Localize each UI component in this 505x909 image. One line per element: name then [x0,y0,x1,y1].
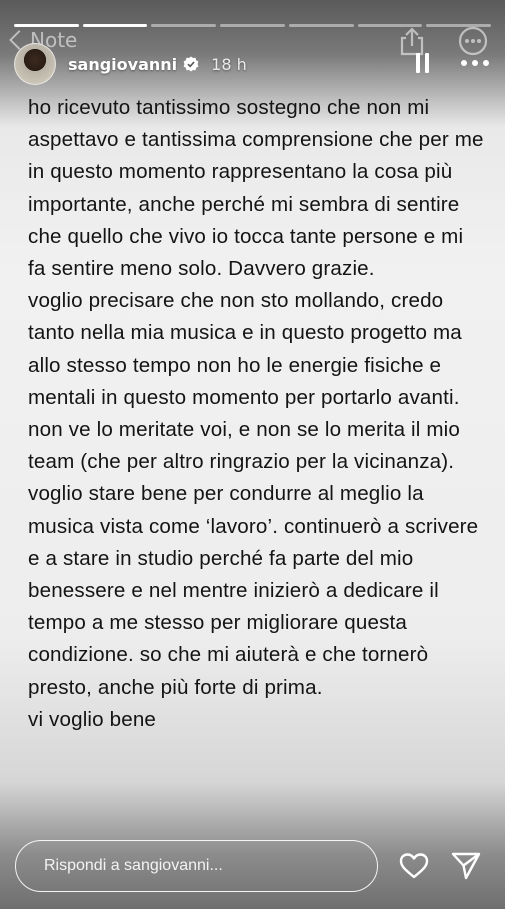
story-timestamp: 18 h [211,54,247,74]
story-viewer: Note sangiovanni 18 h ho ricevuto tantis… [0,0,505,909]
verified-badge-icon [183,56,199,72]
heart-icon[interactable] [398,850,430,882]
note-paragraph: ho ricevuto tantissimo sostegno che non … [28,96,484,281]
progress-segment [82,24,148,27]
username[interactable]: sangiovanni [68,55,177,74]
reply-bar[interactable] [15,840,378,892]
progress-segment [220,24,285,27]
more-options-button[interactable] [461,60,489,66]
progress-segment [151,24,217,27]
send-icon[interactable] [450,850,482,882]
more-dots-icon [461,60,467,66]
progress-segment [288,24,354,27]
reply-input[interactable] [42,856,366,876]
note-paragraph: voglio precisare che non sto mollando, c… [28,289,479,699]
pause-button[interactable] [416,53,429,73]
avatar[interactable] [14,43,56,85]
note-paragraph: vi voglio bene [28,707,157,731]
progress-segment [14,24,79,27]
note-text: ho ricevuto tantissimo sostegno che non … [28,92,486,736]
story-header: sangiovanni 18 h [14,43,491,85]
pause-icon [416,53,420,73]
